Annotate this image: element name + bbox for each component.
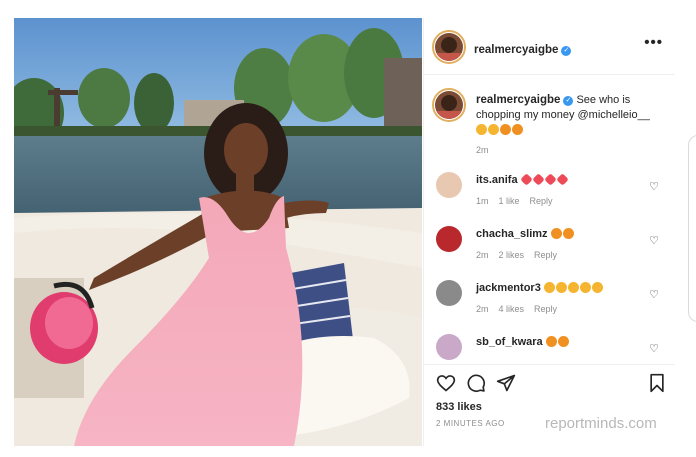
comment-time: 2m <box>476 250 489 260</box>
comment-emojis <box>545 336 570 348</box>
likes-count[interactable]: 833 likes <box>436 401 482 413</box>
comment-row: chacha_slimz 2m 2 likes Reply ♡ <box>436 226 671 266</box>
comment-body: its.anifa <box>476 173 569 186</box>
comment-meta: 1m 1 like Reply <box>476 196 563 206</box>
fire-emoji-icon <box>562 228 574 239</box>
comment-like-icon[interactable]: ♡ <box>649 342 659 355</box>
heart-eyes-emoji-icon <box>555 282 567 293</box>
comment-likes[interactable]: 4 likes <box>499 304 525 314</box>
caption-time: 2m <box>476 145 489 155</box>
comment-reply[interactable]: Reply <box>534 304 557 314</box>
crying-emoji-icon <box>488 124 499 135</box>
caption-verified-icon: ✓ <box>563 96 574 106</box>
caption-emoji-row <box>476 124 524 136</box>
comment-username[interactable]: sb_of_kwara <box>476 336 543 348</box>
comment-username[interactable]: chacha_slimz <box>476 228 548 240</box>
avatar[interactable] <box>435 33 463 61</box>
post-header: realmercyaigbe ✓ ••• <box>424 18 675 75</box>
comment-body: chacha_slimz <box>476 228 575 240</box>
verified-badge-icon: ✓ <box>561 46 572 56</box>
comment-likes[interactable]: 2 likes <box>499 250 525 260</box>
heart-eyes-emoji-icon <box>543 282 555 293</box>
heart-eyes-emoji-icon <box>500 124 511 135</box>
watermark: reportminds.com <box>545 415 657 432</box>
heart-emoji-icon <box>519 173 533 186</box>
save-bookmark-icon[interactable] <box>648 373 666 393</box>
comment-reply[interactable]: Reply <box>534 250 557 260</box>
comment-avatar[interactable] <box>436 226 462 252</box>
comment-time: 2m <box>476 304 489 314</box>
post-side-panel: realmercyaigbe ✓ ••• realmercyaigbe ✓ See … <box>423 18 675 446</box>
comment-emojis <box>550 228 575 240</box>
share-icon[interactable] <box>496 373 516 393</box>
post-actions: 833 likes 2 MINUTES AGO <box>424 364 675 447</box>
comment-username[interactable]: its.anifa <box>476 174 518 186</box>
comment-row: jackmentor3 2m 4 likes Reply ♡ <box>436 280 671 320</box>
comment-username[interactable]: jackmentor3 <box>476 282 541 294</box>
header-username-wrap: realmercyaigbe ✓ <box>474 40 572 58</box>
comment-avatar[interactable] <box>436 334 462 360</box>
comment-avatar[interactable] <box>436 172 462 198</box>
fire-emoji-icon <box>550 228 562 239</box>
caption-username[interactable]: realmercyaigbe <box>476 94 560 106</box>
more-options-icon[interactable]: ••• <box>644 34 663 51</box>
comment-body: jackmentor3 <box>476 282 604 294</box>
heart-emoji-icon <box>531 173 545 186</box>
comment-meta: 2m 4 likes Reply <box>476 304 567 314</box>
heart-emoji-icon <box>543 173 557 186</box>
comment-like-icon[interactable]: ♡ <box>649 288 659 301</box>
comment-body: sb_of_kwara <box>476 336 570 348</box>
comment-reply[interactable]: Reply <box>530 196 553 206</box>
like-heart-icon[interactable] <box>436 373 456 393</box>
header-username[interactable]: realmercyaigbe <box>474 44 558 56</box>
avatar-image <box>435 37 463 61</box>
post-image-illustration <box>14 18 422 446</box>
comment-time: 1m <box>476 196 489 206</box>
comment-row: its.anifa 1m 1 like Reply ♡ <box>436 172 671 212</box>
heart-eyes-emoji-icon <box>591 282 603 293</box>
post-time-ago: 2 MINUTES AGO <box>436 419 505 428</box>
side-panel-edge <box>688 135 696 322</box>
crying-emoji-icon <box>476 124 487 135</box>
caption: realmercyaigbe ✓ See who is chopping my m… <box>476 93 666 138</box>
comment-icon[interactable] <box>466 373 486 393</box>
caption-avatar[interactable] <box>435 91 463 119</box>
comment-avatar[interactable] <box>436 280 462 306</box>
post-photo[interactable] <box>14 18 422 446</box>
comment-likes[interactable]: 1 like <box>499 196 520 206</box>
comment-emojis <box>519 173 569 186</box>
heart-eyes-emoji-icon <box>579 282 591 293</box>
caption-avatar-image <box>435 95 463 119</box>
heart-emoji-icon <box>555 173 569 186</box>
comment-meta: 2m 2 likes Reply <box>476 250 567 260</box>
comment-like-icon[interactable]: ♡ <box>649 234 659 247</box>
comment-emojis <box>543 282 604 294</box>
comment-like-icon[interactable]: ♡ <box>649 180 659 193</box>
heart-eyes-emoji-icon <box>567 282 579 293</box>
heart-eyes-emoji-icon <box>512 124 523 135</box>
fire-emoji-icon <box>545 336 557 347</box>
fire-emoji-icon <box>557 336 569 347</box>
